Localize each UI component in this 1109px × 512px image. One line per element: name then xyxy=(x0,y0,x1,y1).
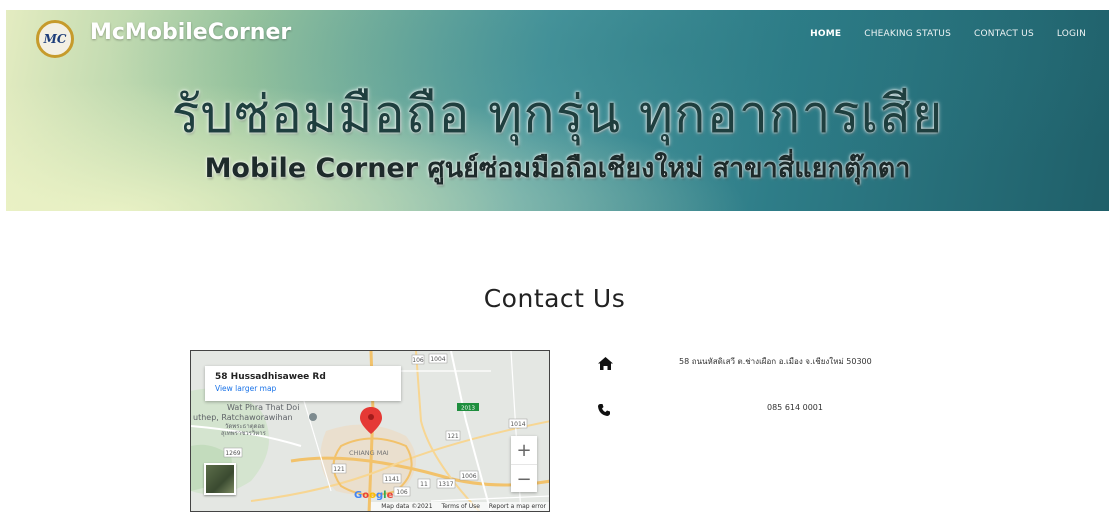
contact-title: Contact Us xyxy=(483,284,626,313)
road-number: 1004 xyxy=(430,356,445,363)
phone-icon xyxy=(598,404,610,420)
map-place-name: 58 Hussadhisawee Rd xyxy=(215,372,326,382)
map-data-credit: Map data ©2021 xyxy=(381,503,433,510)
map-label-thai1: วัดพระธาตุดอย xyxy=(225,423,265,430)
map-label-city: CHIANG MAI xyxy=(349,449,389,457)
home-icon xyxy=(598,357,613,374)
nav-contact-us[interactable]: CONTACT US xyxy=(974,29,1034,39)
nav-login[interactable]: LOGIN xyxy=(1057,29,1086,39)
zoom-controls: + − xyxy=(511,436,537,492)
logo-icon[interactable]: MC xyxy=(36,20,74,58)
map-info-card: 58 Hussadhisawee Rd View larger map xyxy=(205,366,401,401)
hero-headline: รับซ่อมมือถือ ทุกรุ่น ทุกอาการเสีย xyxy=(171,85,944,145)
poi-icon[interactable] xyxy=(309,413,317,421)
road-number: 121 xyxy=(333,466,345,473)
map-embed[interactable]: 2013 1004 121 1269 1014 121 1141 106 11 … xyxy=(190,350,550,512)
view-larger-map-link[interactable]: View larger map xyxy=(215,384,391,393)
road-number: 106 xyxy=(412,357,424,364)
contact-phone: 085 614 0001 xyxy=(767,403,823,412)
road-number: 2013 xyxy=(461,406,475,412)
main-nav: HOME CHEAKING STATUS CONTACT US LOGIN xyxy=(810,29,1109,39)
road-number: 106 xyxy=(396,489,408,496)
brand-name[interactable]: McMobileCorner xyxy=(90,20,291,45)
report-map-error-link[interactable]: Report a map error xyxy=(489,503,546,510)
contact-address: 58 ถนนหัสดิเสวี ต.ช่างเผือก อ.เมือง จ.เช… xyxy=(679,357,872,366)
road-number: 1317 xyxy=(438,481,453,488)
map-label-wat: Wat Phra That Doi xyxy=(227,403,299,412)
road-number: 1014 xyxy=(510,421,525,428)
zoom-out-button[interactable]: − xyxy=(511,465,537,493)
nav-checking-status[interactable]: CHEAKING STATUS xyxy=(864,29,951,39)
hero-subheadline: Mobile Corner ศูนย์ซ่อมมือถือเชียงใหม่ ส… xyxy=(204,153,911,184)
map-label-suthep: uthep, Ratchaworawihan xyxy=(193,413,293,422)
hero-banner: MC McMobileCorner HOME CHEAKING STATUS C… xyxy=(6,10,1109,211)
map-label-thai2: สุเทพราชวรวิหาร xyxy=(221,430,267,437)
road-number: 1269 xyxy=(225,450,240,457)
google-logo: Google xyxy=(354,490,394,501)
logo-text: MC xyxy=(43,32,67,46)
satellite-toggle[interactable] xyxy=(204,463,236,495)
road-number: 1006 xyxy=(461,473,476,480)
road-number: 121 xyxy=(447,433,459,440)
road-number: 11 xyxy=(420,481,428,488)
zoom-in-button[interactable]: + xyxy=(511,436,537,465)
road-number: 1141 xyxy=(384,476,399,483)
nav-home[interactable]: HOME xyxy=(810,29,841,39)
terms-of-use-link[interactable]: Terms of Use xyxy=(441,503,479,510)
